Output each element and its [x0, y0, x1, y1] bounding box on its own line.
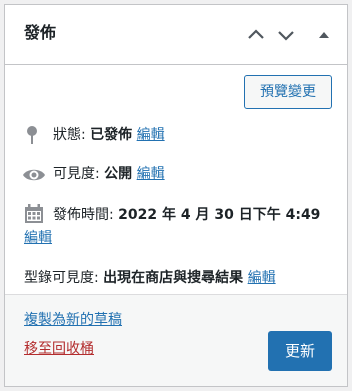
chevron-up-icon	[248, 29, 264, 39]
publish-time-edit-row: 編輯	[24, 227, 52, 249]
toggle-panel-button[interactable]	[312, 23, 336, 47]
pin-icon	[27, 126, 37, 144]
toggle-triangle-icon	[319, 32, 329, 38]
status-value: 已發佈	[90, 127, 133, 143]
visibility-value: 公開	[104, 166, 133, 182]
catalog-visibility-row: 型錄可見度: 出現在商店與搜尋結果 編輯	[24, 267, 276, 289]
preview-changes-button[interactable]: 預覽變更	[244, 75, 332, 109]
eye-icon	[23, 169, 45, 181]
publish-box: 發佈 預覽變更 狀態: 已發佈 編輯 可見度: 公開 編輯 發佈時間: 2022…	[4, 4, 348, 387]
publish-time-value: 2022 年 4 月 30 日下午 4:49	[118, 207, 321, 223]
edit-visibility-link[interactable]: 編輯	[137, 166, 165, 182]
publish-time-row: 發佈時間: 2022 年 4 月 30 日下午 4:49	[53, 204, 320, 226]
edit-status-link[interactable]: 編輯	[137, 127, 165, 143]
edit-catalog-visibility-link[interactable]: 編輯	[248, 270, 276, 286]
copy-to-draft-link[interactable]: 複製為新的草稿	[24, 309, 122, 331]
publish-box-header: 發佈	[5, 5, 347, 65]
edit-publish-time-link[interactable]: 編輯	[24, 230, 52, 246]
publish-time-label: 發佈時間:	[53, 207, 119, 223]
move-down-button[interactable]	[274, 23, 298, 47]
catalog-visibility-label: 型錄可見度:	[24, 270, 104, 286]
status-label: 狀態:	[53, 127, 91, 143]
chevron-down-icon	[278, 31, 294, 41]
move-up-button[interactable]	[244, 23, 268, 47]
publish-box-footer: 複製為新的草稿 移至回收桶 更新	[5, 294, 347, 386]
visibility-label: 可見度:	[53, 166, 105, 182]
visibility-row: 可見度: 公開 編輯	[53, 163, 165, 185]
publish-box-title: 發佈	[24, 23, 57, 42]
move-to-trash-link[interactable]: 移至回收桶	[24, 338, 94, 360]
update-button[interactable]: 更新	[268, 331, 332, 371]
status-row: 狀態: 已發佈 編輯	[53, 124, 165, 146]
calendar-icon	[25, 204, 43, 223]
catalog-visibility-value: 出現在商店與搜尋結果	[103, 270, 244, 286]
